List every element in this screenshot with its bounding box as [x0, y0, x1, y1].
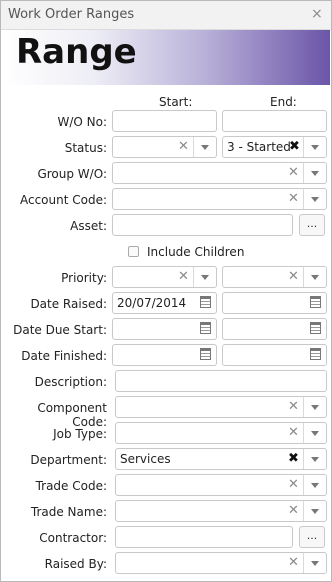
clear-icon[interactable]: ✕ [288, 477, 299, 492]
wo-no-end-input[interactable] [222, 110, 327, 132]
calendar-icon[interactable] [310, 348, 321, 360]
department-label: Department: [30, 453, 107, 467]
clear-icon[interactable]: ✖ [288, 451, 299, 466]
wo-no-label: W/O No: [57, 115, 107, 129]
raised-by-label: Raised By: [44, 557, 107, 571]
status-label: Status: [64, 141, 107, 155]
asset-label: Asset: [70, 219, 107, 233]
raised-by-select[interactable]: ✕ [115, 552, 327, 574]
chevron-down-icon[interactable] [303, 267, 326, 287]
chevron-down-icon[interactable] [303, 475, 326, 495]
clear-icon[interactable]: ✕ [178, 139, 189, 154]
department-select[interactable]: Services ✖ [115, 448, 327, 470]
description-label: Description: [34, 375, 107, 389]
department-value: Services [120, 452, 171, 466]
group-wo-select[interactable]: ✕ [112, 162, 327, 184]
date-raised-start-input[interactable]: 20/07/2014 [112, 292, 217, 314]
asset-browse-button[interactable]: ... [299, 214, 325, 236]
date-finished-start-input[interactable] [112, 344, 217, 366]
clear-icon[interactable]: ✖ [289, 139, 300, 154]
clear-icon[interactable]: ✕ [288, 555, 299, 570]
date-finished-end-input[interactable] [222, 344, 327, 366]
account-code-label: Account Code: [19, 193, 107, 207]
calendar-icon[interactable] [310, 322, 321, 334]
end-column-header: End: [270, 95, 297, 109]
priority-label: Priority: [61, 271, 107, 285]
calendar-icon[interactable] [200, 348, 211, 360]
trade-name-select[interactable]: ✕ [115, 500, 327, 522]
date-raised-start-value: 20/07/2014 [117, 296, 187, 310]
status-end-value: 3 - Started [227, 140, 291, 154]
trade-name-label: Trade Name: [30, 505, 107, 519]
clear-icon[interactable]: ✕ [288, 503, 299, 518]
date-due-start-label: Date Due Start: [13, 323, 107, 337]
chevron-down-icon[interactable] [193, 267, 216, 287]
chevron-down-icon[interactable] [303, 137, 326, 157]
clear-icon[interactable]: ✕ [288, 269, 299, 284]
window-title: Work Order Ranges [8, 7, 135, 22]
clear-icon[interactable]: ✕ [178, 269, 189, 284]
job-type-select[interactable]: ✕ [115, 422, 327, 444]
description-input[interactable] [115, 370, 327, 392]
status-end-select[interactable]: 3 - Started ✖ [222, 136, 327, 158]
trade-code-select[interactable]: ✕ [115, 474, 327, 496]
chevron-down-icon[interactable] [303, 163, 326, 183]
component-code-label: Component Code: [37, 401, 107, 429]
wo-no-start-input[interactable] [112, 110, 217, 132]
calendar-icon[interactable] [200, 322, 211, 334]
date-due-start-end-input[interactable] [222, 318, 327, 340]
trade-code-label: Trade Code: [35, 479, 107, 493]
asset-input[interactable] [112, 214, 293, 236]
contractor-label: Contractor: [39, 531, 107, 545]
chevron-down-icon[interactable] [303, 423, 326, 443]
group-wo-label: Group W/O: [37, 167, 107, 181]
close-icon[interactable]: × [311, 6, 323, 22]
priority-start-select[interactable]: ✕ [112, 266, 217, 288]
calendar-icon[interactable] [310, 296, 321, 308]
date-finished-label: Date Finished: [21, 349, 107, 363]
clear-icon[interactable]: ✕ [288, 399, 299, 414]
chevron-down-icon[interactable] [303, 501, 326, 521]
chevron-down-icon[interactable] [303, 553, 326, 573]
contractor-browse-button[interactable]: ... [299, 526, 325, 548]
chevron-down-icon[interactable] [303, 449, 326, 469]
clear-icon[interactable]: ✕ [288, 191, 299, 206]
include-children-label: Include Children [147, 245, 245, 259]
date-due-start-start-input[interactable] [112, 318, 217, 340]
clear-icon[interactable]: ✕ [288, 165, 299, 180]
start-column-header: Start: [159, 95, 193, 109]
chevron-down-icon[interactable] [303, 189, 326, 209]
chevron-down-icon[interactable] [193, 137, 216, 157]
clear-icon[interactable]: ✕ [288, 425, 299, 440]
work-order-ranges-dialog: Work Order Ranges × Range Start: End: W/… [0, 0, 332, 582]
include-children-checkbox[interactable] [128, 246, 139, 257]
date-raised-label: Date Raised: [30, 297, 107, 311]
account-code-select[interactable]: ✕ [112, 188, 327, 210]
job-type-label: Job Type: [53, 427, 107, 441]
calendar-icon[interactable] [200, 296, 211, 308]
status-start-select[interactable]: ✕ [112, 136, 217, 158]
range-banner: Range [4, 30, 330, 85]
contractor-input[interactable] [115, 526, 293, 548]
component-code-select[interactable]: ✕ [115, 396, 327, 418]
date-raised-end-input[interactable] [222, 292, 327, 314]
chevron-down-icon[interactable] [303, 397, 326, 417]
banner-heading: Range [16, 32, 137, 72]
priority-end-select[interactable]: ✕ [222, 266, 327, 288]
title-bar: Work Order Ranges × [1, 1, 331, 30]
